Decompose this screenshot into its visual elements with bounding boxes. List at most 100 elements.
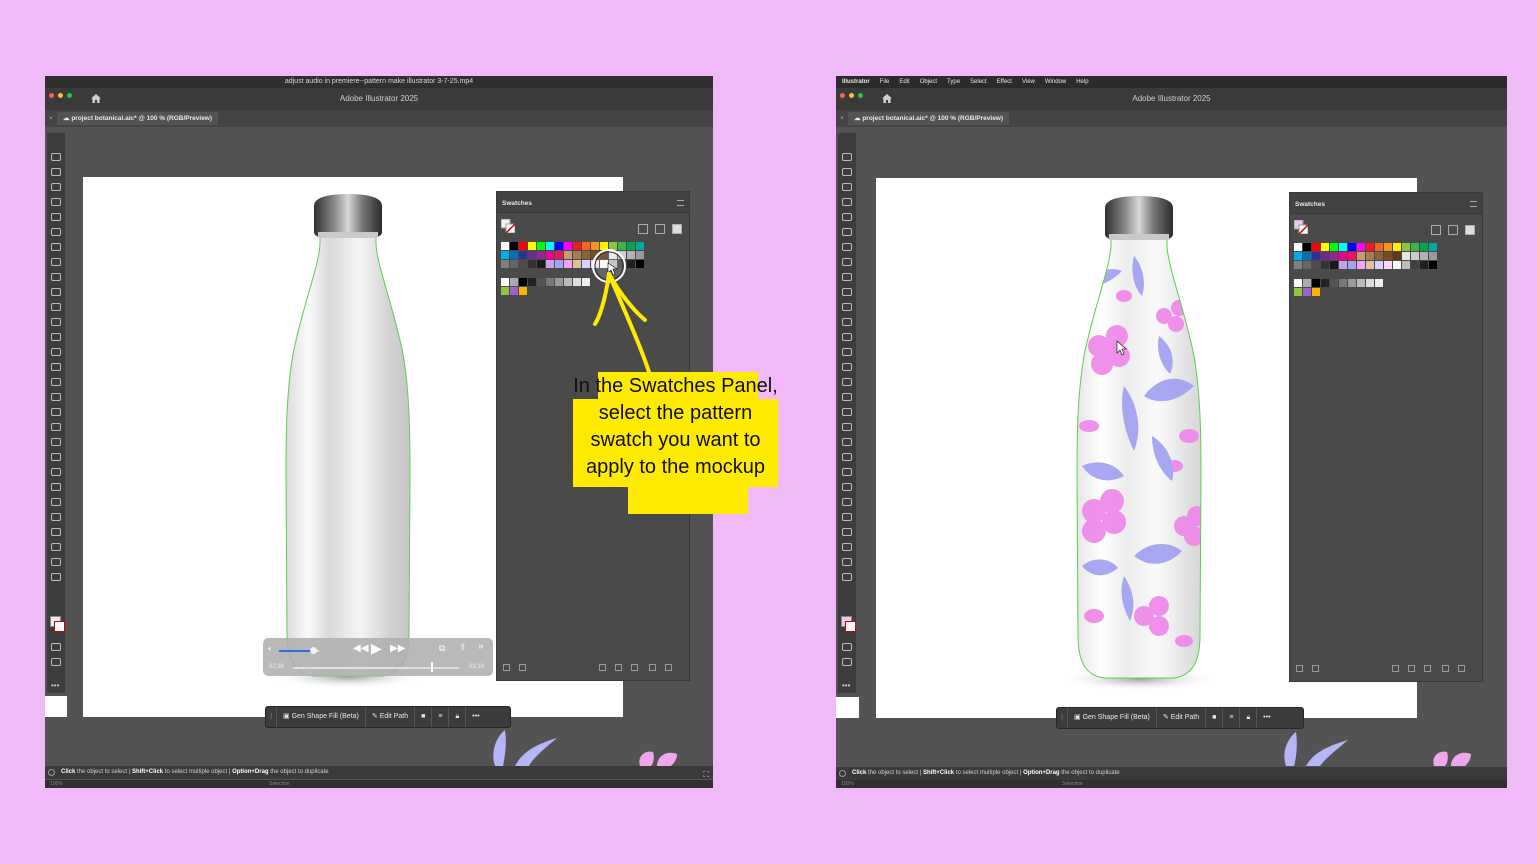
zoom-window-button[interactable] — [858, 93, 863, 98]
swatch-chip[interactable] — [510, 251, 518, 259]
gradient-tool-icon[interactable] — [51, 438, 61, 446]
swatch-chip[interactable] — [537, 242, 545, 250]
perspective-grid-tool-icon[interactable] — [842, 408, 852, 416]
type-tool-icon[interactable] — [51, 243, 61, 251]
swatch-chip[interactable] — [1402, 243, 1410, 251]
swatch-chip[interactable] — [555, 251, 563, 259]
artboard-tool-icon[interactable] — [51, 513, 61, 521]
swatch-chip[interactable] — [1429, 243, 1437, 251]
swatch-chip[interactable] — [546, 242, 554, 250]
stroke-swatch[interactable] — [54, 621, 65, 632]
swatch-chip[interactable] — [1312, 243, 1320, 251]
swatch-chip[interactable] — [1312, 261, 1320, 269]
print-tiling-tool-icon[interactable] — [842, 558, 852, 566]
swatch-chip[interactable] — [1321, 279, 1329, 287]
swatch-chip[interactable] — [573, 278, 581, 286]
graph-tool-icon[interactable] — [51, 498, 61, 506]
home-icon[interactable] — [91, 94, 101, 103]
slice-tool-icon[interactable] — [842, 528, 852, 536]
swatch-chip[interactable] — [1348, 252, 1356, 260]
swatch-chip[interactable] — [1366, 261, 1374, 269]
paintbrush-tool-icon[interactable] — [842, 288, 852, 296]
swatch-chip[interactable] — [1303, 288, 1311, 296]
show-find-field-icon[interactable] — [1431, 225, 1441, 235]
new-color-group-icon[interactable] — [1408, 665, 1415, 672]
drag-handle-icon[interactable]: | — [266, 707, 276, 727]
fill-button[interactable]: ■ — [1205, 708, 1222, 728]
more-tools-icon[interactable]: ••• — [842, 681, 850, 690]
line-tool-icon[interactable] — [51, 258, 61, 266]
swatch-chip[interactable] — [1312, 288, 1320, 296]
fill-stroke-indicator-icon[interactable] — [501, 219, 515, 233]
line-tool-icon[interactable] — [842, 258, 852, 266]
swatch-chip[interactable] — [1357, 243, 1365, 251]
artboard-tool-icon[interactable] — [842, 513, 852, 521]
curvature-tool-icon[interactable] — [842, 228, 852, 236]
paintbrush-tool-icon[interactable] — [51, 288, 61, 296]
swatch-chip[interactable] — [1375, 252, 1383, 260]
minimize-window-button[interactable] — [58, 93, 63, 98]
swatch-chip[interactable] — [1366, 279, 1374, 287]
swatch-chip[interactable] — [1366, 252, 1374, 260]
lock-button[interactable]: 🔒︎ — [1239, 708, 1256, 728]
symbol-sprayer-tool-icon[interactable] — [842, 483, 852, 491]
menu-view[interactable]: View — [1022, 76, 1035, 88]
graph-tool-icon[interactable] — [842, 498, 852, 506]
swatch-chip[interactable] — [555, 260, 563, 268]
swatch-chip[interactable] — [1303, 243, 1311, 251]
swatch-chip[interactable] — [1294, 288, 1302, 296]
menu-illustrator[interactable]: Illustrator — [842, 76, 870, 88]
swatch-chip[interactable] — [1384, 261, 1392, 269]
close-window-button[interactable] — [840, 93, 845, 98]
blend-tool-icon[interactable] — [51, 468, 61, 476]
folder-icon[interactable] — [1424, 665, 1431, 672]
align-button[interactable]: ≡ — [431, 707, 448, 727]
swatch-chip[interactable] — [1429, 261, 1437, 269]
shape-builder-tool-icon[interactable] — [51, 393, 61, 401]
swatch-libraries-icon[interactable] — [503, 664, 510, 671]
swatch-types-icon[interactable] — [519, 664, 526, 671]
fast-forward-icon[interactable]: ▶▶ — [390, 643, 405, 654]
more-chevron-icon[interactable]: » — [478, 641, 484, 652]
slice-tool-icon[interactable] — [51, 528, 61, 536]
close-window-button[interactable] — [49, 93, 54, 98]
swatch-chip[interactable] — [1303, 279, 1311, 287]
fill-button[interactable]: ■ — [414, 707, 431, 727]
swatch-chip[interactable] — [1339, 243, 1347, 251]
lasso-tool-icon[interactable] — [842, 198, 852, 206]
swatch-chip[interactable] — [1420, 243, 1428, 251]
swatch-chip[interactable] — [1411, 252, 1419, 260]
swatch-chip[interactable] — [1366, 243, 1374, 251]
swatch-chip[interactable] — [1402, 261, 1410, 269]
document-tab[interactable]: ☁ project botanical.aic* @ 100 % (RGB/Pr… — [848, 112, 1010, 125]
swatch-chip[interactable] — [1411, 261, 1419, 269]
swatch-chip[interactable] — [528, 260, 536, 268]
swatch-chip[interactable] — [519, 242, 527, 250]
warp-tool-icon[interactable] — [51, 363, 61, 371]
volume-knob[interactable] — [310, 647, 317, 654]
swatch-chip[interactable] — [510, 278, 518, 286]
print-tiling-tool-icon[interactable] — [51, 558, 61, 566]
drag-handle-icon[interactable]: | — [1057, 708, 1067, 728]
scale-tool-icon[interactable] — [842, 348, 852, 356]
menu-edit[interactable]: Edit — [899, 76, 909, 88]
lasso-tool-icon[interactable] — [51, 198, 61, 206]
swatch-chip[interactable] — [1393, 243, 1401, 251]
picture-in-picture-icon[interactable]: ⧉ — [439, 643, 445, 654]
pen-tool-icon[interactable] — [51, 213, 61, 221]
bottle-mockup[interactable] — [273, 194, 423, 694]
menu-file[interactable]: File — [880, 76, 890, 88]
direct-selection-tool-icon[interactable] — [842, 168, 852, 176]
swatch-chip[interactable] — [1393, 261, 1401, 269]
swatch-chip[interactable] — [564, 242, 572, 250]
swatch-chip[interactable] — [501, 287, 509, 295]
warp-tool-icon[interactable] — [842, 363, 852, 371]
swatch-chip[interactable] — [555, 242, 563, 250]
swatch-chip[interactable] — [1321, 261, 1329, 269]
close-icon[interactable]: × — [840, 110, 844, 127]
thumbnail-view-icon[interactable] — [672, 224, 682, 234]
swatch-chip[interactable] — [501, 242, 509, 250]
perspective-grid-tool-icon[interactable] — [51, 408, 61, 416]
show-find-field-icon[interactable] — [638, 224, 648, 234]
swatch-options-icon[interactable] — [1392, 665, 1399, 672]
